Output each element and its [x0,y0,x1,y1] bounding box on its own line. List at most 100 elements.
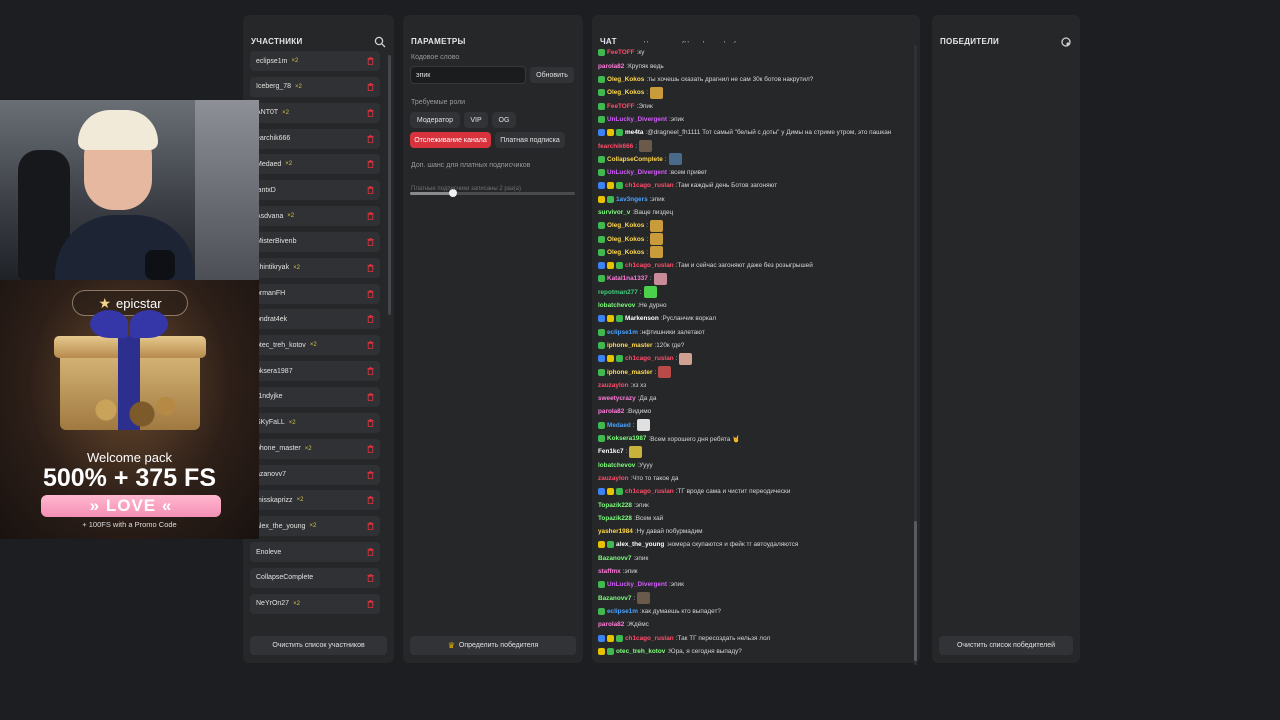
trash-icon[interactable] [367,548,374,557]
chat-username[interactable]: staffmx [598,568,621,575]
chat-username[interactable]: Fen1kc7 [598,448,624,455]
participant-item[interactable]: Asdvana ×2 [250,206,380,227]
chance-slider[interactable] [410,189,575,197]
chat-username[interactable]: ch1cago_ruslan [625,182,674,189]
participant-item[interactable]: ANT0T ×2 [250,102,380,123]
chat-username[interactable]: lobatchevov [598,302,635,309]
trash-icon[interactable] [367,470,374,479]
chat-username[interactable]: lobatchevov [598,462,635,469]
chat-username[interactable]: survivor_v [598,209,630,216]
chat-username[interactable]: Medaed [607,422,631,429]
chat-username[interactable]: Topazik228 [598,515,632,522]
participants-scrollbar[interactable] [388,55,391,315]
role-og-button[interactable]: OG [492,112,516,128]
chat-username[interactable]: parola82 [598,621,624,628]
update-button[interactable]: Обновить [530,67,574,83]
keyword-input[interactable]: эпик [410,66,526,84]
trash-icon[interactable] [367,212,374,221]
trash-icon[interactable] [367,367,374,376]
trash-icon[interactable] [367,134,374,143]
role-moderator-button[interactable]: Модератор [410,112,460,128]
participant-item[interactable]: misskaprizz ×2 [250,490,380,511]
participant-item[interactable]: earchik666 [250,128,380,149]
trash-icon[interactable] [367,108,374,117]
participant-item[interactable]: Medaed ×2 [250,154,380,175]
chat-username[interactable]: Oleg_Kokos [607,76,644,83]
participant-item[interactable]: ondrat4ek [250,309,380,330]
chat-username[interactable]: Bazanovv7 [598,595,631,602]
participant-item[interactable]: NeYrOn27 ×2 [250,593,380,614]
trash-icon[interactable] [367,237,374,246]
role-vip-button[interactable]: VIP [464,112,488,128]
chat-scroll-thumb[interactable] [914,521,917,661]
chat-username[interactable]: Katal1na1337 [607,275,648,282]
trash-icon[interactable] [367,444,374,453]
chat-username[interactable]: repotman277 [598,289,638,296]
participant-item[interactable]: ormanFH [250,283,380,304]
chat-username[interactable]: parola82 [598,63,624,70]
chat-username[interactable]: sweetycrazy [598,395,636,402]
clear-winners-button[interactable]: Очистить список победителей [939,636,1073,655]
trash-icon[interactable] [367,522,374,531]
pick-winner-button[interactable]: ♛ Определить победителя [410,636,576,655]
trash-icon[interactable] [367,160,374,169]
trash-icon[interactable] [367,573,374,582]
chat-username[interactable]: zauzaylon [598,382,629,389]
chat-username[interactable]: ch1cago_ruslan [625,635,674,642]
chat-username[interactable]: UnLucky_Divergent [607,116,667,123]
search-icon[interactable] [374,36,386,48]
chat-username[interactable]: yasher1984 [598,528,633,535]
promo-banner[interactable]: ★ epicstar Welcome pack 500% + 375 FS » … [0,280,259,539]
participant-item[interactable]: SKyFaLL ×2 [250,412,380,433]
refresh-icon[interactable] [1060,36,1072,48]
participant-item[interactable]: alex_the_young ×2 [250,516,380,537]
chat-username[interactable]: Oleg_Kokos [607,89,644,96]
participant-item[interactable]: lantxD [250,180,380,201]
trash-icon[interactable] [367,315,374,324]
chat-username[interactable]: otec_treh_kotov [616,648,665,655]
chat-username[interactable]: Koksera1987 [607,435,646,442]
trash-icon[interactable] [367,82,374,91]
participant-item[interactable]: eclipse1m ×2 [250,51,380,71]
participant-item[interactable]: CollapseComplete [250,567,380,588]
trash-icon[interactable] [367,496,374,505]
chat-username[interactable]: iphone_master [607,369,652,376]
chat-username[interactable]: iphone_master [607,342,652,349]
chat-username[interactable]: FeeTOFF [607,103,635,110]
promo-love-button[interactable]: » LOVE « [41,495,221,517]
trash-icon[interactable] [367,186,374,195]
chat-username[interactable]: fearchik666 [598,143,633,150]
clear-participants-button[interactable]: Очистить список участников [250,636,387,655]
participant-item[interactable]: shintikryak ×2 [250,257,380,278]
participant-item[interactable]: phone_master ×2 [250,438,380,459]
participant-item[interactable]: r1ndyjke [250,386,380,407]
chat-username[interactable]: ch1cago_ruslan [625,262,674,269]
chat-username[interactable]: zauzaylon [598,475,629,482]
chat-username[interactable]: FeeTOFF [607,49,635,56]
chat-username[interactable]: UnLucky_Divergent [607,169,667,176]
role-subscription-button[interactable]: Платная подписка [495,132,565,148]
participant-item[interactable]: azanovv7 [250,464,380,485]
chat-username[interactable]: 1av3ngers [616,196,648,203]
chat-username[interactable]: alex_the_young [616,541,664,548]
trash-icon[interactable] [367,418,374,427]
chat-username[interactable]: Oleg_Kokos [607,249,644,256]
chat-username[interactable]: UnLucky_Divergent [607,581,667,588]
chat-username[interactable]: eclipse1m [607,329,638,336]
trash-icon[interactable] [367,341,374,350]
chat-scrollbar[interactable] [914,45,917,665]
participant-item[interactable]: oksera1987 [250,361,380,382]
chat-username[interactable]: Oleg_Kokos [607,222,644,229]
chat-username[interactable]: CollapseComplete [607,156,663,163]
chat-username[interactable]: Topazik228 [598,502,632,509]
chat-username[interactable]: Oleg_Kokos [607,236,644,243]
chat-username[interactable]: ch1cago_ruslan [625,488,674,495]
participant-item[interactable]: Iceberg_78 ×2 [250,76,380,97]
chat-username[interactable]: parola82 [598,408,624,415]
trash-icon[interactable] [367,392,374,401]
trash-icon[interactable] [367,263,374,272]
chat-username[interactable]: me4ta [625,129,643,136]
participant-item[interactable]: MisterBivenb [250,231,380,252]
chat-username[interactable]: Markenson [625,315,659,322]
chat-username[interactable]: eclipse1m [607,608,638,615]
